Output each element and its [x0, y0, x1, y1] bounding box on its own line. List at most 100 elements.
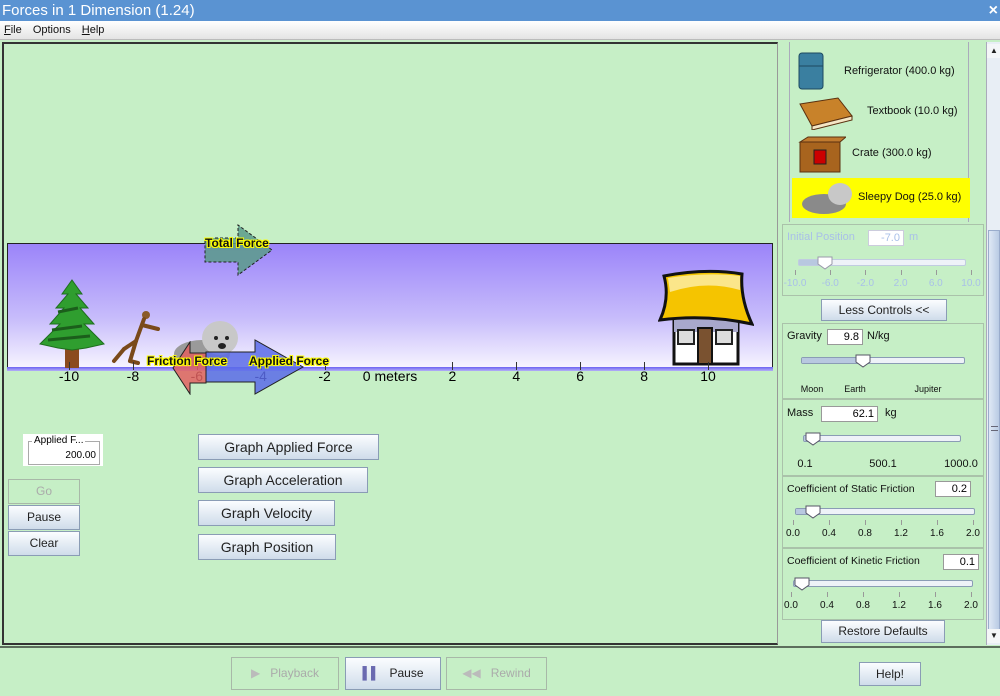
mass-thumb[interactable] [805, 432, 821, 446]
go-button[interactable]: Go [8, 479, 80, 504]
graph-velocity-button[interactable]: Graph Velocity [198, 500, 335, 526]
slider-tick-mark [865, 520, 866, 525]
object-name: Crate (300.0 kg) [852, 147, 932, 159]
menu-help-mnemonic: H [81, 24, 90, 36]
gravity-unit: N/kg [867, 330, 890, 342]
slider-tick-mark [937, 520, 938, 525]
initial-position-field[interactable]: -7.0 [868, 230, 904, 246]
object-list: Refrigerator (400.0 kg) Textbook (10.0 k… [789, 42, 970, 222]
mass-slider[interactable] [803, 435, 961, 442]
house-icon [658, 269, 754, 366]
slider-tick-mark [795, 270, 796, 275]
gravity-field[interactable]: 9.8 [827, 329, 863, 345]
slider-tick-mark [827, 592, 828, 597]
close-icon[interactable]: × [989, 0, 998, 21]
slider-tick-mark [791, 592, 792, 597]
object-textbook[interactable]: Textbook (10.0 kg) [792, 92, 970, 132]
initial-position-thumb[interactable] [817, 256, 833, 270]
slider-tick-label: 2.0 [893, 278, 908, 289]
applied-force-value[interactable]: 200.00 [65, 450, 96, 461]
slider-tick-mark [865, 270, 867, 275]
static-friction-thumb[interactable] [805, 505, 821, 519]
applied-force-field-label: Applied F... [32, 435, 86, 446]
menu-help-label: elp [89, 24, 105, 36]
object-crate[interactable]: Crate (300.0 kg) [792, 134, 970, 174]
mass-unit: kg [885, 407, 897, 419]
less-controls-button[interactable]: Less Controls << [821, 299, 947, 321]
static-friction-slider[interactable] [795, 508, 975, 515]
gravity-tick-earth: Earth [844, 384, 866, 394]
refrigerator-icon [798, 52, 824, 90]
menu-options-label: Options [32, 24, 71, 36]
slider-tick-mark [971, 592, 972, 597]
slider-tick-label: 0.4 [822, 528, 836, 539]
kinetic-friction-slider[interactable] [793, 580, 973, 587]
scroll-thumb[interactable] [988, 230, 1000, 630]
playback-button[interactable]: ▶ Playback [231, 657, 339, 690]
axis-tick-label: 10 [700, 368, 716, 384]
slider-tick-label: 1.2 [892, 600, 906, 611]
object-name: Refrigerator (400.0 kg) [844, 65, 955, 77]
axis-tick-label: -2 [318, 368, 331, 384]
control-panel-scrollbar[interactable]: ▲ ▼ [986, 42, 1000, 645]
initial-position-label: Initial Position [787, 231, 855, 243]
slider-tick-mark [900, 270, 902, 275]
slider-tick-mark [899, 592, 900, 597]
slider-tick-mark [935, 592, 936, 597]
friction-force-arrow [172, 341, 207, 395]
menu-help[interactable]: Help [82, 24, 105, 36]
slider-tick-label: 1.6 [930, 528, 944, 539]
applied-force-label: Applied Force [249, 354, 330, 368]
slider-tick-mark [973, 520, 974, 525]
axis-unit-label: 0 meters [362, 368, 418, 384]
graph-position-button[interactable]: Graph Position [198, 534, 336, 560]
mass-tick-min: 0.1 [797, 458, 813, 470]
initial-position-group: Initial Position -7.0 m -10.0 -6.0 -2.0 2.0… [782, 224, 984, 296]
gravity-thumb[interactable] [855, 354, 871, 368]
static-friction-field[interactable]: 0.2 [935, 481, 971, 497]
gravity-slider[interactable] [801, 357, 965, 364]
slider-tick-label: 2.0 [966, 528, 980, 539]
scroll-down-icon[interactable]: ▼ [987, 629, 1000, 643]
slider-tick-label: -10.0 [783, 278, 807, 289]
graph-applied-force-button[interactable]: Graph Applied Force [198, 434, 379, 460]
clear-button[interactable]: Clear [8, 531, 80, 556]
rewind-button[interactable]: ◀◀ Rewind [446, 657, 547, 690]
help-button[interactable]: Help! [859, 662, 921, 686]
slider-tick-mark [935, 270, 937, 275]
slider-tick-label: 0.8 [856, 600, 870, 611]
total-force-arrow [204, 224, 273, 276]
static-friction-group: Coefficient of Static Friction 0.2 0.0 0.… [782, 476, 984, 548]
kinetic-friction-thumb[interactable] [794, 577, 810, 591]
mass-tick-max: 1000.0 [944, 458, 978, 470]
slider-tick-mark [793, 520, 794, 525]
pause-icon: ▌▌ [362, 666, 380, 680]
playback-pause-button[interactable]: ▌▌ Pause [345, 657, 441, 690]
slider-tick-label: 0.0 [784, 600, 798, 611]
menu-options[interactable]: Options [33, 24, 71, 36]
gravity-tick-moon: Moon [800, 384, 824, 394]
total-force-label: Total Force [205, 236, 269, 250]
graph-acceleration-button[interactable]: Graph Acceleration [198, 467, 368, 493]
kinetic-friction-group: Coefficient of Kinetic Friction 0.1 0.0 0… [782, 548, 984, 620]
object-sleepy-dog[interactable]: Sleepy Dog (25.0 kg) [792, 178, 970, 218]
menu-file[interactable]: File [4, 24, 22, 36]
slider-tick-label: 1.2 [894, 528, 908, 539]
restore-defaults-button[interactable]: Restore Defaults [821, 620, 945, 643]
object-name: Textbook (10.0 kg) [867, 105, 958, 117]
gravity-group: Gravity 9.8 N/kg Moon Earth Jupiter [782, 323, 984, 399]
kinetic-friction-field[interactable]: 0.1 [943, 554, 979, 570]
menu-bar: File Options Help [0, 21, 1000, 40]
slider-tick-mark [830, 270, 832, 275]
slider-tick-mark [971, 270, 972, 275]
scroll-up-icon[interactable]: ▲ [987, 44, 1000, 58]
slider-tick-mark [829, 520, 830, 525]
pause-control-button[interactable]: Pause [8, 505, 80, 530]
mass-tick-mid: 500.1 [869, 458, 897, 470]
applied-force-field[interactable]: Applied F... 200.00 [23, 434, 103, 466]
mass-field[interactable]: 62.1 [821, 406, 878, 422]
playback-bar: ▶ Playback ▌▌ Pause ◀◀ Rewind Help! [0, 646, 1000, 696]
textbook-icon [799, 97, 853, 130]
playback-pause-label: Pause [389, 666, 424, 680]
object-refrigerator[interactable]: Refrigerator (400.0 kg) [792, 52, 970, 92]
